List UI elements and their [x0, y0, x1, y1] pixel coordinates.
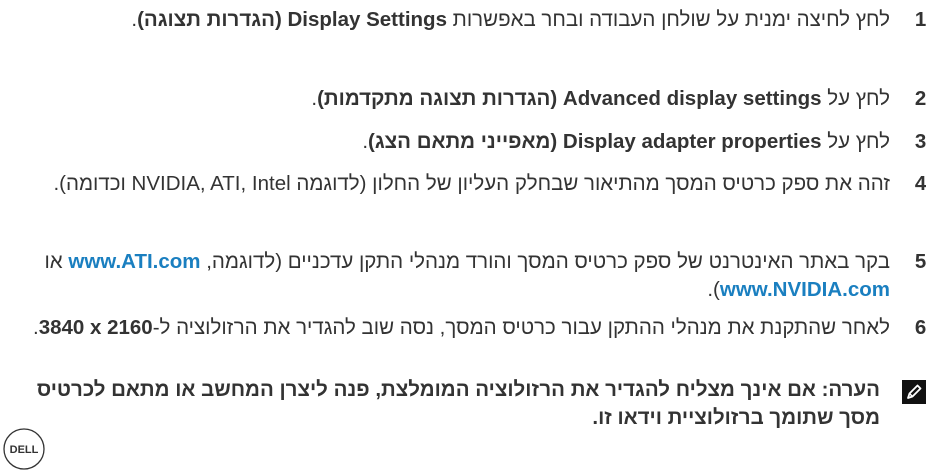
- dell-logo-icon: DELL: [2, 427, 46, 471]
- step-text: זהה את ספק כרטיס המסך מהתיאור שבחלק העלי…: [30, 170, 890, 198]
- setting-name: Display adapter properties (מאפייני מתאם…: [368, 130, 822, 153]
- step-text-segment: בקר באתר האינטרנט של ספק כרטיס המסך והור…: [200, 250, 890, 273]
- setting-name: Advanced display settings (הגדרות תצוגה …: [317, 87, 822, 110]
- step-number: 3.: [914, 130, 926, 153]
- resolution-value: 3840 x 2160: [38, 316, 153, 339]
- step-text: לחץ לחיצה ימנית על שולחן העבודה ובחר באפ…: [30, 6, 890, 34]
- step-number: 1.: [914, 8, 926, 31]
- step-text-segment: לאחר שהתקנת את מנהלי ההתקן עבור כרטיס המ…: [152, 316, 890, 339]
- ati-link[interactable]: www.ATI.com: [68, 250, 200, 273]
- setting-name: Display Settings (הגדרות תצוגה): [137, 8, 447, 31]
- step-text: לחץ על Advanced display settings (הגדרות…: [30, 85, 890, 113]
- step-number: 2.: [914, 87, 926, 110]
- step-text-segment: לחץ על: [821, 87, 890, 110]
- instructions-document: 1. לחץ לחיצה ימנית על שולחן העבודה ובחר …: [0, 0, 926, 453]
- note-text: הערה: אם אינך מצליח להגדיר את הרזולוציה …: [36, 378, 880, 429]
- logo-text: DELL: [10, 444, 39, 456]
- step-text-segment: ).: [707, 278, 720, 301]
- step-text-segment: זהה את ספק כרטיס המסך מהתיאור שבחלק העלי…: [53, 172, 890, 195]
- step-number: 6.: [914, 316, 926, 339]
- step-text: לחץ על Display adapter properties (מאפיי…: [30, 128, 890, 156]
- step-text-segment: לחץ על: [821, 130, 890, 153]
- nvidia-link[interactable]: www.NVIDIA.com: [720, 278, 890, 301]
- step-text-segment: לחץ לחיצה ימנית על שולחן העבודה ובחר באפ…: [446, 8, 890, 31]
- step-number: 5.: [914, 250, 926, 273]
- step-text-segment: או: [44, 250, 69, 273]
- step-text: בקר באתר האינטרנט של ספק כרטיס המסך והור…: [30, 248, 890, 304]
- step-number: 4.: [914, 172, 926, 195]
- step-text: לאחר שהתקנת את מנהלי ההתקן עבור כרטיס המ…: [30, 314, 890, 342]
- pencil-note-icon: [902, 380, 926, 404]
